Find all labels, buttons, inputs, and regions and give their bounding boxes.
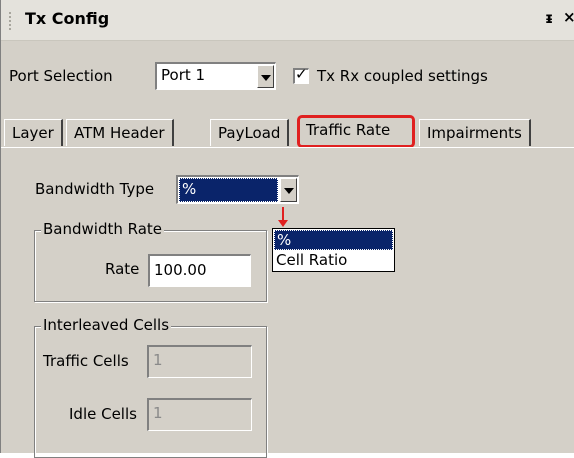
interleaved-cells-group-title: Interleaved Cells: [41, 316, 172, 334]
rate-input-value: 100.00: [154, 261, 207, 279]
traffic-cells-value: 1: [153, 351, 163, 369]
traffic-cells-label: Traffic Cells: [43, 352, 129, 370]
port-selection-label: Port Selection: [9, 67, 113, 85]
rate-label: Rate: [105, 260, 140, 278]
tab-layer-label: Layer: [12, 124, 54, 142]
tab-atm-header-label: ATM Header: [74, 124, 165, 142]
chevron-down-icon: [260, 74, 271, 81]
pin-icon[interactable]: ᵻ: [545, 9, 553, 27]
rate-input[interactable]: 100.00: [148, 254, 251, 287]
tx-config-panel: Tx Config ᵻ × Port Selection Port 1 ✓ Tx…: [0, 0, 574, 458]
panel-titlebar[interactable]: Tx Config ᵻ ×: [1, 0, 574, 41]
port-selection-value: Port 1: [161, 66, 206, 84]
tab-payload[interactable]: PayLoad: [210, 119, 290, 146]
tab-impairments[interactable]: Impairments: [419, 119, 531, 146]
tab-layer[interactable]: Layer: [4, 119, 63, 146]
idle-cells-value: 1: [153, 404, 163, 422]
close-icon[interactable]: ×: [563, 8, 574, 26]
drag-grip-icon[interactable]: [9, 12, 15, 30]
panel-title: Tx Config: [25, 9, 110, 28]
bandwidth-type-dropdown-list: % Cell Ratio: [272, 228, 395, 272]
chevron-down-icon: [283, 188, 294, 194]
tab-atm-header[interactable]: ATM Header: [66, 119, 174, 146]
bandwidth-rate-group-title: Bandwidth Rate: [41, 220, 165, 238]
tab-payload-label: PayLoad: [218, 124, 281, 142]
idle-cells-input[interactable]: 1: [147, 398, 252, 431]
annotation-arrow-line: [282, 207, 284, 221]
dropdown-option-percent[interactable]: %: [274, 230, 393, 250]
tab-strip: Layer ATM Header PayLoad Traffic Rate Im…: [1, 115, 574, 148]
tab-traffic-rate[interactable]: Traffic Rate: [297, 115, 415, 148]
dropdown-option-cell-ratio[interactable]: Cell Ratio: [274, 251, 393, 271]
tx-rx-coupled-checkbox[interactable]: ✓: [293, 65, 309, 84]
bandwidth-type-value: %: [182, 180, 197, 198]
idle-cells-label: Idle Cells: [69, 405, 137, 423]
bandwidth-type-dropdown-button[interactable]: [280, 178, 297, 202]
bandwidth-type-combo[interactable]: %: [176, 175, 299, 204]
annotation-arrow-icon: [278, 220, 288, 227]
bandwidth-type-label: Bandwidth Type: [35, 180, 155, 198]
tab-impairments-label: Impairments: [427, 124, 522, 142]
checkmark-icon: ✓: [295, 65, 308, 83]
traffic-cells-input[interactable]: 1: [147, 345, 252, 378]
port-selection-combo[interactable]: Port 1: [155, 62, 276, 90]
port-selection-dropdown-button[interactable]: [257, 65, 274, 88]
tx-rx-coupled-label[interactable]: Tx Rx coupled settings: [317, 67, 488, 85]
tab-traffic-rate-label: Traffic Rate: [306, 121, 391, 139]
